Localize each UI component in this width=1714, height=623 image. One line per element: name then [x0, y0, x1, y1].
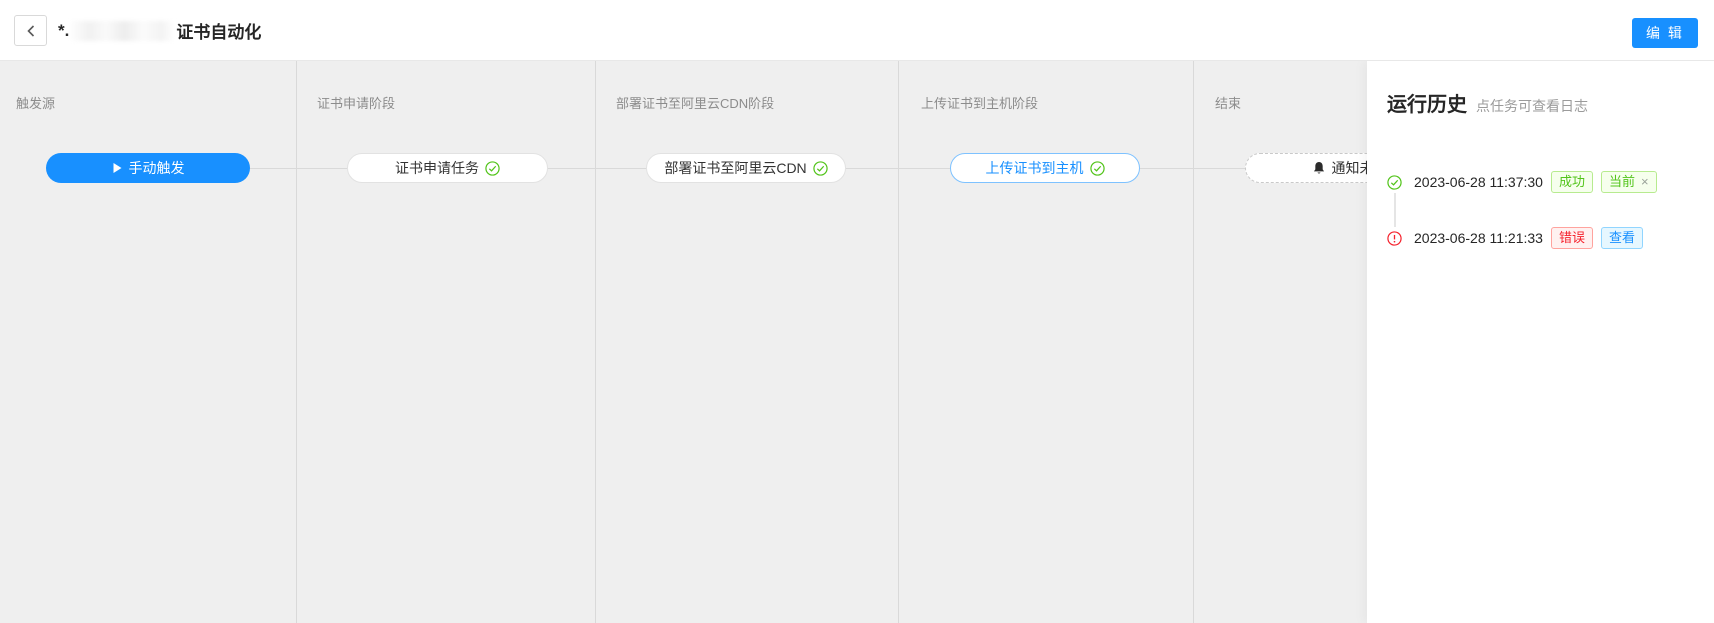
node-label: 手动触发	[129, 158, 185, 178]
view-button[interactable]: 查看	[1601, 227, 1643, 249]
check-circle-icon	[485, 161, 500, 176]
history-timestamp: 2023-06-28 11:21:33	[1414, 230, 1543, 246]
history-entry-success[interactable]: 2023-06-28 11:37:30 成功 当前 ×	[1387, 171, 1657, 193]
column-cert-apply: 证书申请阶段	[297, 61, 596, 623]
check-circle-icon	[1090, 161, 1105, 176]
task-node-cert-apply[interactable]: 证书申请任务	[347, 153, 548, 183]
top-bar: *. 证书自动化 编 辑	[0, 0, 1714, 61]
status-badge-error: 错误	[1551, 227, 1593, 249]
column-label: 触发源	[16, 93, 55, 112]
run-history-header: 运行历史 点任务可查看日志	[1387, 88, 1588, 117]
column-upload-host: 上传证书到主机阶段	[899, 61, 1194, 623]
task-node-deploy-cdn[interactable]: 部署证书至阿里云CDN	[646, 153, 846, 183]
column-deploy-cdn: 部署证书至阿里云CDN阶段	[596, 61, 899, 623]
success-circle-icon	[1387, 175, 1414, 190]
node-label: 部署证书至阿里云CDN	[664, 158, 806, 178]
current-badge[interactable]: 当前 ×	[1601, 171, 1657, 193]
column-label: 证书申请阶段	[317, 93, 395, 112]
history-timestamp: 2023-06-28 11:37:30	[1414, 174, 1543, 190]
timeline-connector	[1394, 193, 1396, 227]
column-label: 结束	[1215, 93, 1241, 112]
column-label: 上传证书到主机阶段	[921, 93, 1038, 112]
run-history-panel: 运行历史 点任务可查看日志 2023-06-28 11:37:30 成功 当前 …	[1367, 61, 1714, 623]
status-badge-success: 成功	[1551, 171, 1593, 193]
chevron-left-icon	[25, 24, 37, 38]
check-circle-icon	[813, 161, 828, 176]
redacted-domain-segment	[71, 21, 174, 41]
error-circle-icon	[1387, 231, 1414, 246]
run-history-title: 运行历史	[1387, 88, 1467, 117]
bell-icon	[1312, 161, 1326, 176]
column-trigger: 触发源	[0, 61, 297, 623]
node-label: 证书申请任务	[395, 158, 479, 178]
task-node-upload-host[interactable]: 上传证书到主机	[950, 153, 1140, 183]
play-icon	[112, 162, 123, 174]
edit-button[interactable]: 编 辑	[1632, 18, 1698, 48]
back-button[interactable]	[14, 15, 47, 46]
history-entry-error[interactable]: 2023-06-28 11:21:33 错误 查看	[1387, 227, 1643, 249]
page-title: *. 证书自动化	[58, 0, 261, 61]
node-label: 上传证书到主机	[986, 158, 1084, 178]
page-title-prefix: *.	[58, 21, 69, 41]
manual-trigger-button[interactable]: 手动触发	[46, 153, 250, 183]
column-label: 部署证书至阿里云CDN阶段	[616, 93, 774, 112]
current-badge-label: 当前	[1609, 173, 1635, 191]
close-icon[interactable]: ×	[1641, 173, 1649, 191]
page-title-suffix: 证书自动化	[176, 18, 261, 43]
run-history-subtitle: 点任务可查看日志	[1476, 96, 1588, 116]
